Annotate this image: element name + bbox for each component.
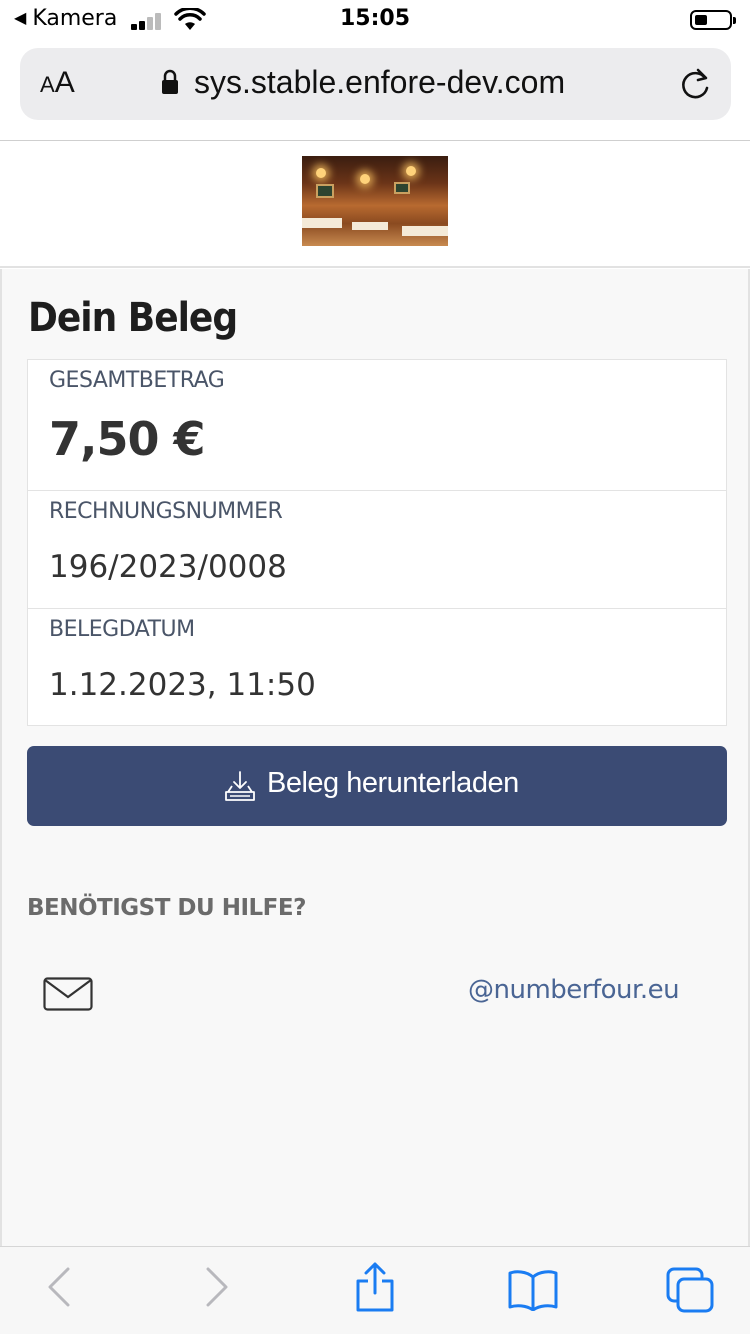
bookmarks-button[interactable] bbox=[508, 1269, 558, 1311]
text-size-button[interactable]: AA bbox=[40, 66, 75, 100]
help-heading: BENÖTIGST DU HILFE? bbox=[27, 895, 306, 921]
battery-icon bbox=[690, 10, 736, 30]
download-icon bbox=[225, 771, 255, 801]
share-button[interactable] bbox=[354, 1261, 396, 1313]
browser-toolbar bbox=[0, 1246, 750, 1334]
download-button-label: Beleg herunterladen bbox=[267, 767, 519, 799]
receipt-page: Dein Beleg GESAMTBETRAG 7,50 € RECHNUNGS… bbox=[0, 269, 750, 1246]
back-button[interactable] bbox=[44, 1265, 74, 1309]
restaurant-logo-image bbox=[302, 156, 448, 246]
invoice-number-value: 196/2023/0008 bbox=[49, 549, 287, 585]
date-row: BELEGDATUM 1.12.2023, 11:50 bbox=[28, 609, 726, 726]
merchant-header bbox=[0, 141, 750, 268]
address-bar[interactable]: AA sys.stable.enfore-dev.com bbox=[20, 48, 731, 120]
invoice-row: RECHNUNGSNUMMER 196/2023/0008 bbox=[28, 491, 726, 609]
forward-button[interactable] bbox=[202, 1265, 232, 1309]
lock-icon bbox=[162, 69, 178, 94]
receipt-date-value: 1.12.2023, 11:50 bbox=[49, 667, 316, 703]
tabs-button[interactable] bbox=[666, 1267, 714, 1313]
support-email-link[interactable]: @numberfour.eu bbox=[468, 975, 680, 1005]
clock: 15:05 bbox=[339, 6, 411, 31]
page-title: Dein Beleg bbox=[28, 295, 238, 341]
receipt-date-label: BELEGDATUM bbox=[49, 617, 195, 642]
total-label: GESAMTBETRAG bbox=[49, 368, 225, 393]
invoice-number-label: RECHNUNGSNUMMER bbox=[49, 499, 283, 524]
status-bar: ◀ Kamera 15:05 bbox=[0, 0, 750, 40]
receipt-details-card: GESAMTBETRAG 7,50 € RECHNUNGSNUMMER 196/… bbox=[27, 359, 727, 726]
reload-icon[interactable] bbox=[678, 66, 712, 102]
total-row: GESAMTBETRAG 7,50 € bbox=[28, 360, 726, 491]
url-text[interactable]: sys.stable.enfore-dev.com bbox=[194, 64, 565, 101]
download-receipt-button[interactable]: Beleg herunterladen bbox=[27, 746, 727, 826]
total-value: 7,50 € bbox=[49, 412, 206, 466]
mail-icon bbox=[43, 977, 93, 1011]
